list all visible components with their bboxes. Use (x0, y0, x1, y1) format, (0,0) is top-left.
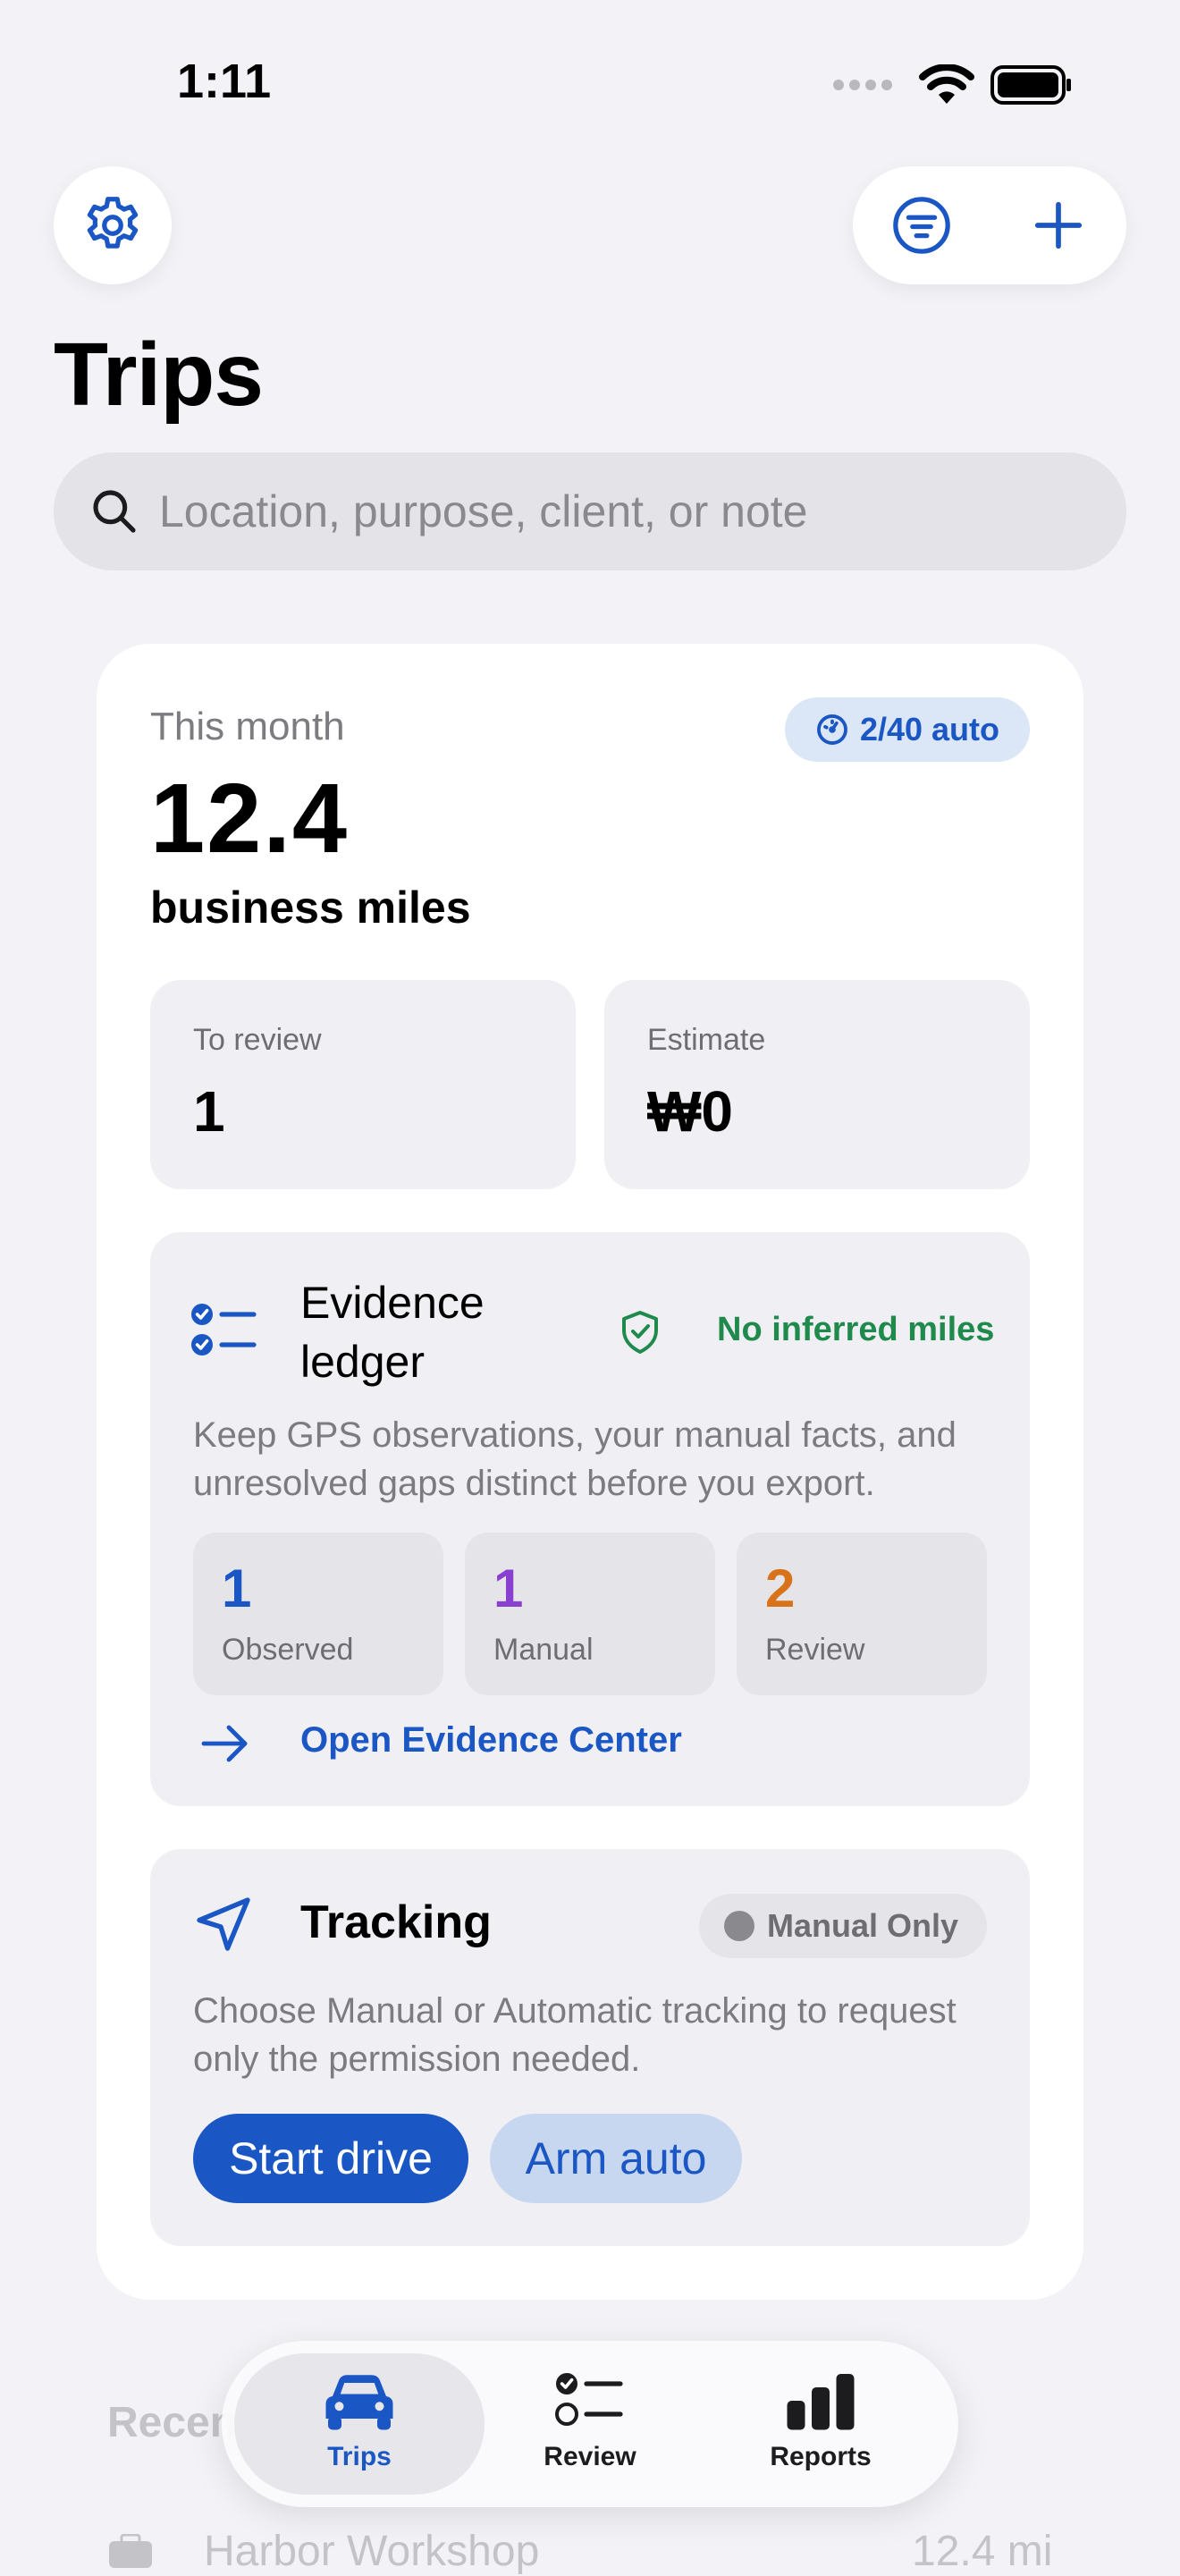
tab-reports[interactable]: Reports (704, 2369, 937, 2472)
evidence-status: No inferred miles (717, 1311, 995, 1348)
miles-unit: business miles (150, 883, 471, 933)
evidence-title: Evidence ledger (300, 1278, 485, 1387)
estimate-tile[interactable]: Estimate ₩0 (604, 980, 1030, 1189)
manual-label: Manual (493, 1633, 594, 1667)
tracking-title: Tracking (300, 1896, 492, 1948)
tab-review[interactable]: Review (474, 2369, 706, 2472)
tracking-mode-badge[interactable]: Manual Only (699, 1894, 987, 1958)
checklist-icon (191, 1304, 257, 1356)
open-evidence-center-link[interactable]: Open Evidence Center (300, 1720, 682, 1761)
review-label: Review (765, 1633, 865, 1667)
miles-value: 12.4 (150, 764, 350, 874)
gauge-icon (817, 714, 847, 745)
recent-trip-title[interactable]: Harbor Workshop (204, 2527, 539, 2576)
recent-heading: Recen (107, 2399, 237, 2446)
tab-trips-label: Trips (327, 2442, 392, 2471)
wifi-icon (919, 64, 974, 104)
to-review-tile[interactable]: To review 1 (150, 980, 576, 1189)
tab-trips[interactable]: Trips (243, 2369, 476, 2472)
cellular-signal-icon (833, 80, 892, 90)
tab-review-label: Review (544, 2442, 636, 2471)
status-time: 1:11 (177, 55, 272, 108)
manual-count-tile[interactable]: 1 Manual (465, 1533, 715, 1695)
briefcase-icon (109, 2534, 152, 2568)
review-count-tile[interactable]: 2 Review (737, 1533, 987, 1695)
recent-trip-distance: 12.4 mi (912, 2528, 1053, 2575)
review-count: 2 (765, 1558, 796, 1618)
tracking-description: Choose Manual or Automatic tracking to r… (193, 1991, 957, 2079)
add-trip-button[interactable] (1005, 172, 1112, 279)
location-arrow-icon (197, 1897, 250, 1951)
to-review-value: 1 (193, 1079, 225, 1144)
settings-button[interactable] (54, 166, 172, 284)
auto-badge-label: 2/40 auto (859, 711, 1000, 747)
tab-reports-label: Reports (770, 2442, 872, 2471)
search-field[interactable]: Location, purpose, client, or note (54, 452, 1126, 570)
observed-label: Observed (222, 1633, 354, 1667)
tracking-mode-label: Manual Only (767, 1907, 959, 1944)
period-label: This month (150, 705, 345, 748)
arm-auto-button[interactable]: Arm auto (490, 2114, 742, 2203)
evidence-description: Keep GPS observations, your manual facts… (193, 1415, 957, 1503)
estimate-label: Estimate (647, 1023, 766, 1057)
observed-count: 1 (222, 1558, 252, 1618)
to-review-label: To review (193, 1023, 322, 1057)
status-icons (833, 64, 1073, 106)
filter-button[interactable] (868, 172, 975, 279)
arrow-right-icon (201, 1725, 248, 1762)
gear-icon (87, 197, 139, 249)
battery-icon (990, 65, 1071, 105)
car-icon (325, 2375, 393, 2430)
status-dot-icon (724, 1911, 754, 1941)
start-drive-button[interactable]: Start drive (193, 2114, 468, 2203)
estimate-value: ₩0 (647, 1079, 733, 1144)
shield-check-icon (622, 1311, 658, 1354)
manual-count: 1 (493, 1558, 524, 1618)
search-placeholder: Location, purpose, client, or note (159, 486, 808, 536)
auto-trips-badge[interactable]: 2/40 auto (785, 697, 1030, 762)
bar-chart-icon (787, 2374, 855, 2430)
search-icon (93, 490, 136, 533)
plus-icon (1034, 201, 1082, 249)
filter-icon (892, 197, 950, 254)
page-title: Trips (54, 325, 264, 425)
observed-count-tile[interactable]: 1 Observed (193, 1533, 443, 1695)
top-actions (853, 166, 1126, 284)
checklist-icon (555, 2373, 623, 2426)
